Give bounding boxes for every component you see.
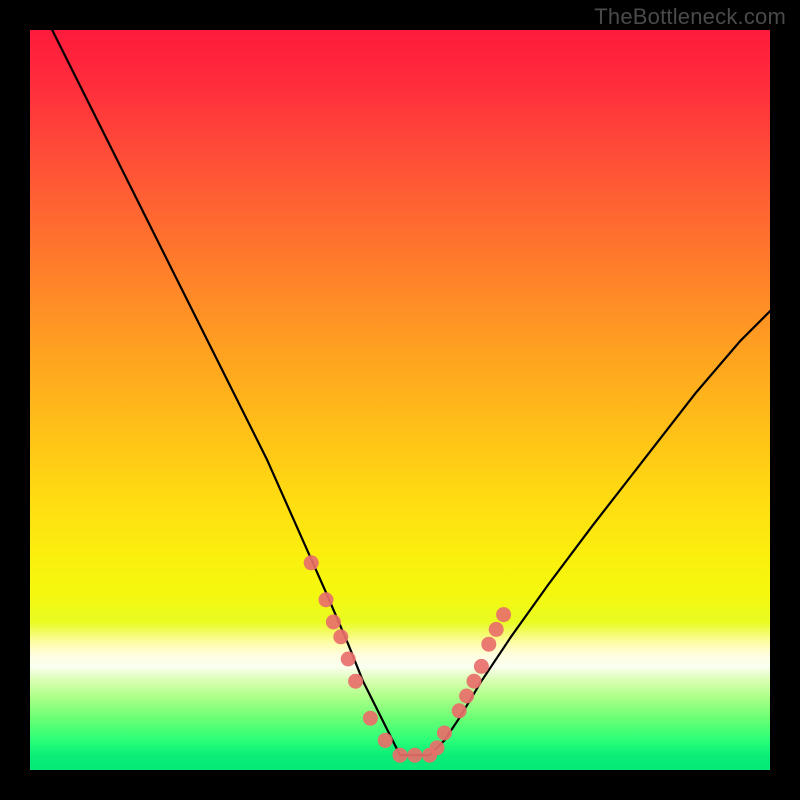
marker-dot — [319, 592, 334, 607]
marker-dot — [452, 703, 467, 718]
marker-dot — [326, 615, 341, 630]
marker-dot — [393, 748, 408, 763]
marker-dot — [474, 659, 489, 674]
marker-dot — [407, 748, 422, 763]
marker-dot — [430, 740, 445, 755]
marker-dot — [341, 652, 356, 667]
marker-dot — [378, 733, 393, 748]
chart-svg — [30, 30, 770, 770]
watermark-text: TheBottleneck.com — [594, 4, 786, 30]
marker-dot — [481, 637, 496, 652]
marker-dot — [304, 555, 319, 570]
marker-dot — [467, 674, 482, 689]
marker-dot — [437, 726, 452, 741]
marker-dot — [348, 674, 363, 689]
marker-dot — [363, 711, 378, 726]
marker-dot — [459, 689, 474, 704]
marker-cluster — [304, 555, 511, 762]
marker-dot — [333, 629, 348, 644]
main-curve — [52, 30, 770, 755]
plot-area — [30, 30, 770, 770]
marker-dot — [496, 607, 511, 622]
marker-dot — [489, 622, 504, 637]
